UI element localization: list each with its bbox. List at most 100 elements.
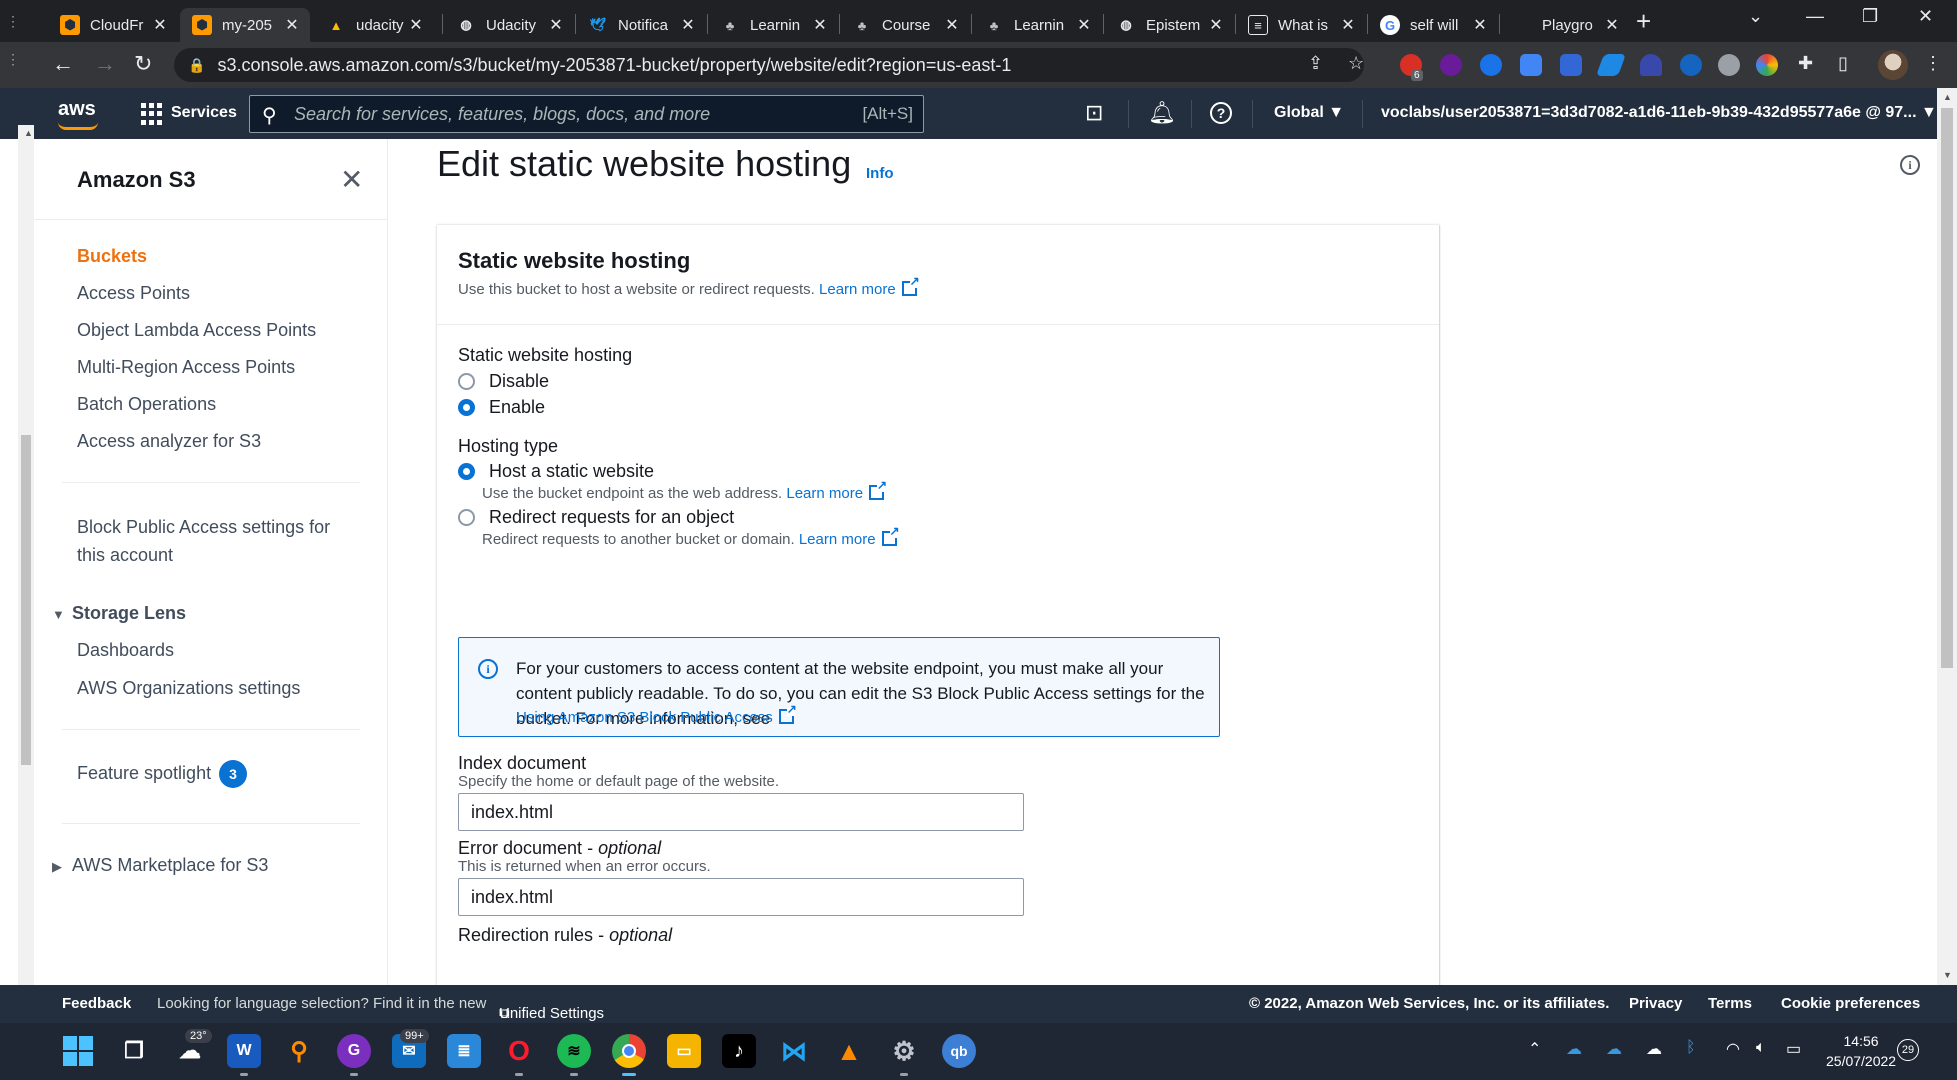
spotify-icon[interactable]: ≋ [557,1034,591,1068]
podcast-extension-icon[interactable] [1440,54,1462,76]
browser-tab[interactable]: Playgro ✕ [1500,8,1630,42]
windows-start-icon[interactable] [61,1034,95,1068]
notification-center-badge[interactable]: 29 [1897,1039,1919,1061]
close-icon[interactable]: ✕ [406,15,426,35]
scroll-down-arrow-icon[interactable]: ▼ [1943,970,1952,980]
file-explorer-icon[interactable]: ▭ [667,1034,701,1068]
learn-more-link[interactable]: Learn more [819,274,920,298]
sidebar-item-multi-region[interactable]: Multi-Region Access Points [77,353,295,381]
browser-tab[interactable]: ◍ Udacity ✕ [444,8,574,42]
services-grid-icon[interactable] [141,103,163,125]
wifi-icon[interactable]: ◠ [1726,1039,1740,1059]
browser-tab-active[interactable]: ⬢ my-205 ✕ [180,8,310,42]
tray-overflow-chevron-icon[interactable]: ⌃ [1528,1039,1541,1059]
scrollbar-thumb[interactable] [21,435,31,765]
learn-more-link[interactable]: Learn more [799,524,900,548]
radio-circle[interactable] [458,373,475,390]
storage-lens-section-toggle[interactable]: ▼ Storage Lens [52,603,186,624]
chrome-icon[interactable] [612,1034,646,1068]
marketplace-section-toggle[interactable]: ▶ AWS Marketplace for S3 [52,855,268,876]
close-icon[interactable]: ✕ [150,15,170,35]
pdf-reader-icon[interactable]: G [337,1034,371,1068]
terms-link[interactable]: Terms [1708,995,1752,1012]
sidebar-item-batch-operations[interactable]: Batch Operations [77,390,216,418]
error-document-input[interactable] [458,878,1024,916]
restore-icon[interactable]: ❐ [1862,6,1878,27]
radio-circle[interactable] [458,399,475,416]
browser-tab[interactable]: ▲ udacity ✕ [314,8,434,42]
color-picker-extension-icon[interactable] [1756,54,1778,76]
upload-extension-icon[interactable] [1520,54,1542,76]
browser-tab[interactable]: G self will ✕ [1368,8,1498,42]
close-icon[interactable]: ✕ [678,15,698,35]
sidebar-item-feature-spotlight[interactable]: Feature spotlight 3 [77,759,248,789]
sidebar-item-block-public-access[interactable]: Block Public Access settings for this ac… [77,513,330,569]
grammarly-extension-icon[interactable] [1480,54,1502,76]
window-close-icon[interactable]: ✕ [1918,6,1933,27]
sidebar-item-buckets[interactable]: Buckets [77,242,147,270]
window-menu-icon[interactable]: ⋮ [6,13,20,30]
browser-tab[interactable]: 🕊 Notifica ✕ [576,8,706,42]
opera-icon[interactable]: O [502,1034,536,1068]
aws-logo[interactable]: aws [58,98,96,121]
sidenav-scrollbar[interactable]: ▲ [18,125,34,985]
close-icon[interactable]: ✕ [1338,15,1358,35]
close-icon[interactable]: ✕ [1206,15,1226,35]
radio-redirect-requests[interactable]: Redirect requests for an object [458,507,734,528]
cookie-preferences-link[interactable]: Cookie preferences [1781,995,1920,1012]
index-document-input[interactable] [458,793,1024,831]
task-view-icon[interactable]: ❐ [117,1034,151,1068]
page-scrollbar[interactable]: ▲ ▼ [1937,88,1957,985]
battery-icon[interactable]: ▭ [1786,1039,1801,1059]
browser-tab[interactable]: ♣ Learnin ✕ [972,8,1102,42]
reader-extension-icon[interactable] [1560,54,1582,76]
feedback-link[interactable]: Feedback [62,995,131,1012]
sidebar-item-organizations-settings[interactable]: AWS Organizations settings [77,674,300,702]
close-icon[interactable]: ✕ [282,15,302,35]
settings-gear-icon[interactable]: ⚙ [887,1034,921,1068]
block-public-access-link[interactable]: Using Amazon S3 Block Public Access [516,702,797,726]
learn-more-link[interactable]: Learn more [786,478,887,502]
vlc-icon[interactable]: ▲ [832,1034,866,1068]
help-panel-info-icon[interactable]: i [1900,155,1920,175]
browser-tab[interactable]: ♣ Learnin ✕ [708,8,838,42]
close-icon[interactable]: ✕ [1074,15,1094,35]
browser-tab[interactable]: ≡ What is ✕ [1236,8,1366,42]
radio-circle[interactable] [458,509,475,526]
tab-search-icon[interactable]: ⌄ [1748,6,1763,27]
sidebar-item-access-analyzer[interactable]: Access analyzer for S3 [77,427,261,455]
extensions-puzzle-icon[interactable]: ✚ [1798,53,1813,74]
close-icon[interactable]: ✕ [942,15,962,35]
shield-extension-icon[interactable] [1640,54,1662,76]
share-icon[interactable]: ⇪ [1308,53,1323,74]
close-icon[interactable]: ✕ [810,15,830,35]
notifications-bell-icon[interactable]: 🔔︎ [1148,100,1176,126]
radio-enable[interactable]: Enable [458,397,545,418]
cloud-sync-icon[interactable]: ☁ [1646,1039,1662,1059]
radio-disable[interactable]: Disable [458,371,549,392]
side-panel-icon[interactable]: ▯ [1838,53,1848,74]
scroll-up-arrow-icon[interactable]: ▲ [24,128,33,138]
radio-host-static-website[interactable]: Host a static website [458,461,654,482]
close-icon[interactable]: ✕ [546,15,566,35]
scrollbar-thumb[interactable] [1941,108,1953,668]
aws-search-input[interactable] [294,99,794,129]
dark-mode-extension-icon[interactable] [1718,54,1740,76]
bookmark-star-icon[interactable]: ☆ [1348,53,1364,74]
side-menu-icon[interactable]: ⋮ [6,51,20,68]
bluetooth-icon[interactable]: ᛒ [1686,1039,1696,1057]
search-extension-icon[interactable] [1680,54,1702,76]
browser-tab[interactable]: ⬢ CloudFr ✕ [48,8,178,42]
chrome-menu-icon[interactable]: ⋮ [1924,53,1942,74]
account-menu[interactable]: voclabs/user2053871=3d3d7082-a1d6-11eb-9… [1381,104,1937,122]
browser-tab[interactable]: ♣ Course ✕ [840,8,970,42]
new-tab-icon[interactable]: + [1636,8,1651,34]
vscode-icon[interactable]: ⋈ [777,1034,811,1068]
services-menu-button[interactable]: Services [171,104,237,122]
sidebar-item-access-points[interactable]: Access Points [77,279,190,307]
notepad-icon[interactable]: ≣ [447,1034,481,1068]
help-icon[interactable]: ? [1210,102,1232,124]
sidenav-title[interactable]: Amazon S3 [77,167,196,193]
onedrive-icon[interactable]: ☁ [1566,1039,1582,1059]
forward-icon[interactable]: → [94,51,116,77]
